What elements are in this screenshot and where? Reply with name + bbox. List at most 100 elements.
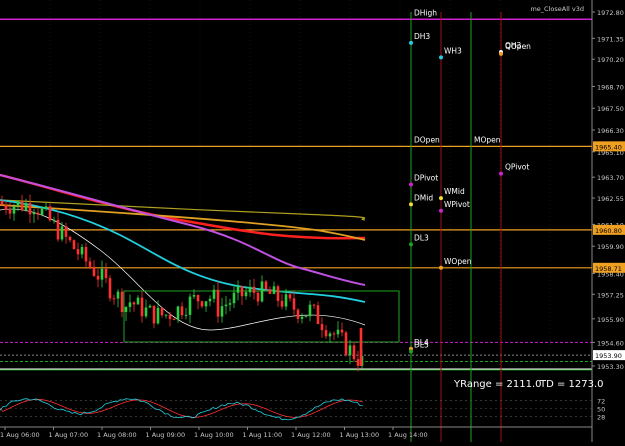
time-label: 1 Aug 13:00: [340, 431, 380, 439]
candle-body: [332, 333, 336, 335]
candle-body: [300, 316, 304, 319]
candle-body: [0, 200, 4, 205]
candle-body: [340, 329, 344, 333]
candle-body: [104, 268, 108, 279]
candle-body: [60, 226, 64, 240]
candle-body: [308, 304, 312, 317]
pivot-markers: DH3WH3QH3QOpenQPivotDPivotWMidDMidWPivot…: [409, 8, 531, 354]
candle-body: [144, 307, 148, 317]
price-tick-label: 1959.90: [597, 243, 624, 251]
osc-tick-label: 50: [597, 406, 605, 414]
candle-body: [292, 298, 296, 310]
candle-body: [92, 266, 96, 276]
last-candle-body: [359, 327, 363, 366]
candle-body: [124, 306, 128, 312]
candle-body: [68, 236, 72, 241]
candle-body: [260, 281, 264, 302]
time-label: 1 Aug 11:00: [243, 431, 283, 439]
candle-body: [204, 301, 208, 307]
price-tick-label: 1966.30: [597, 127, 624, 135]
pivot-label: WH3: [444, 46, 462, 55]
pivot-dot: [439, 196, 443, 201]
candle-body: [168, 314, 172, 320]
td-readout: TD = 1273.0: [539, 379, 604, 390]
candle-body: [196, 295, 200, 302]
price-tick-label: 1970.20: [597, 56, 624, 64]
price-tick-label: 1971.35: [597, 35, 624, 43]
candle-body: [152, 305, 156, 324]
time-label: 1 Aug 08:00: [97, 431, 137, 439]
time-axis: 1 Aug 06:00 1 Aug 07:00 1 Aug 08:00 1 Aug 0…: [0, 426, 592, 439]
candle-body: [64, 226, 68, 237]
time-label: 1 Aug 10:00: [194, 431, 234, 439]
candle-body: [48, 206, 52, 221]
price-tick-label: 1953.30: [597, 363, 624, 371]
candle-body: [112, 298, 116, 300]
time-label: 1 Aug 12:00: [291, 431, 331, 439]
candle-body: [208, 298, 212, 302]
candle-body: [312, 304, 316, 306]
candle-body: [224, 304, 228, 307]
pivot-dot: [439, 55, 443, 60]
candle-body: [184, 314, 188, 316]
price-tag-label: 1965.40: [595, 143, 622, 151]
indicator-label: me_CloseAll v3d: [530, 5, 584, 13]
candle-body: [344, 332, 348, 356]
candle-body: [172, 319, 176, 321]
candle-body: [24, 203, 28, 211]
candle-body: [268, 289, 272, 294]
time-label: 1 Aug 14:00: [388, 431, 428, 439]
price-tick-label: 1967.50: [597, 105, 624, 113]
candle-body: [336, 329, 340, 335]
candle-body: [252, 286, 256, 293]
price-tick-label: 1962.55: [597, 195, 624, 203]
candle-body: [72, 240, 76, 250]
candle-body: [232, 292, 236, 304]
candle-body: [140, 297, 144, 317]
candle-body: [36, 212, 40, 215]
candle-body: [188, 296, 192, 315]
pivot-label: WMid: [444, 187, 465, 196]
candle-body: [320, 324, 324, 331]
level-lines: [0, 18, 592, 371]
candle-body: [264, 281, 268, 290]
candle-body: [12, 206, 16, 214]
pivot-dot: [499, 51, 503, 56]
candle-body: [200, 301, 204, 307]
candle-body: [76, 249, 80, 255]
candle-body: [180, 306, 184, 316]
candle-body: [256, 292, 260, 302]
candle-body: [280, 300, 284, 307]
price-chart[interactable]: DH3WH3QH3QOpenQPivotDPivotWMidDMidWPivot…: [0, 0, 625, 442]
price-tick-label: 1968.70: [597, 83, 624, 91]
pivot-dot: [409, 202, 413, 207]
price-tick-label: 1954.60: [597, 339, 624, 347]
candle-body: [296, 309, 300, 319]
candle-body: [316, 305, 320, 325]
chart-window[interactable]: DH3 WH3 QH3 QOpen QPivot DPivot WMid DMid WPivot…: [0, 0, 625, 442]
pivot-label: QPivot: [505, 163, 529, 172]
candle-body: [328, 333, 332, 337]
candle-body: [28, 203, 32, 215]
pivot-label: DL5: [414, 340, 429, 349]
candle-body: [80, 246, 84, 255]
candle-body: [44, 206, 48, 209]
candle-body: [116, 291, 120, 299]
candle-body: [20, 201, 24, 211]
candle-body: [32, 212, 36, 215]
pivot-label: QOpen: [505, 42, 531, 51]
yrange-readout: YRange = 2111.0: [453, 379, 542, 390]
pivot-label: WOpen: [444, 257, 472, 266]
candle-body: [156, 307, 160, 324]
candle-body: [192, 295, 196, 297]
candle-body: [84, 246, 88, 262]
candle-body: [212, 289, 216, 299]
candle-body: [356, 359, 360, 366]
pivot-label: WPivot: [444, 200, 470, 209]
price-tag-label: 1958.71: [595, 265, 622, 273]
pivot-dot: [439, 208, 443, 213]
candle-body: [220, 306, 224, 317]
pivot-dot: [409, 242, 413, 247]
candle-body: [40, 208, 44, 215]
candle-body: [272, 286, 276, 294]
